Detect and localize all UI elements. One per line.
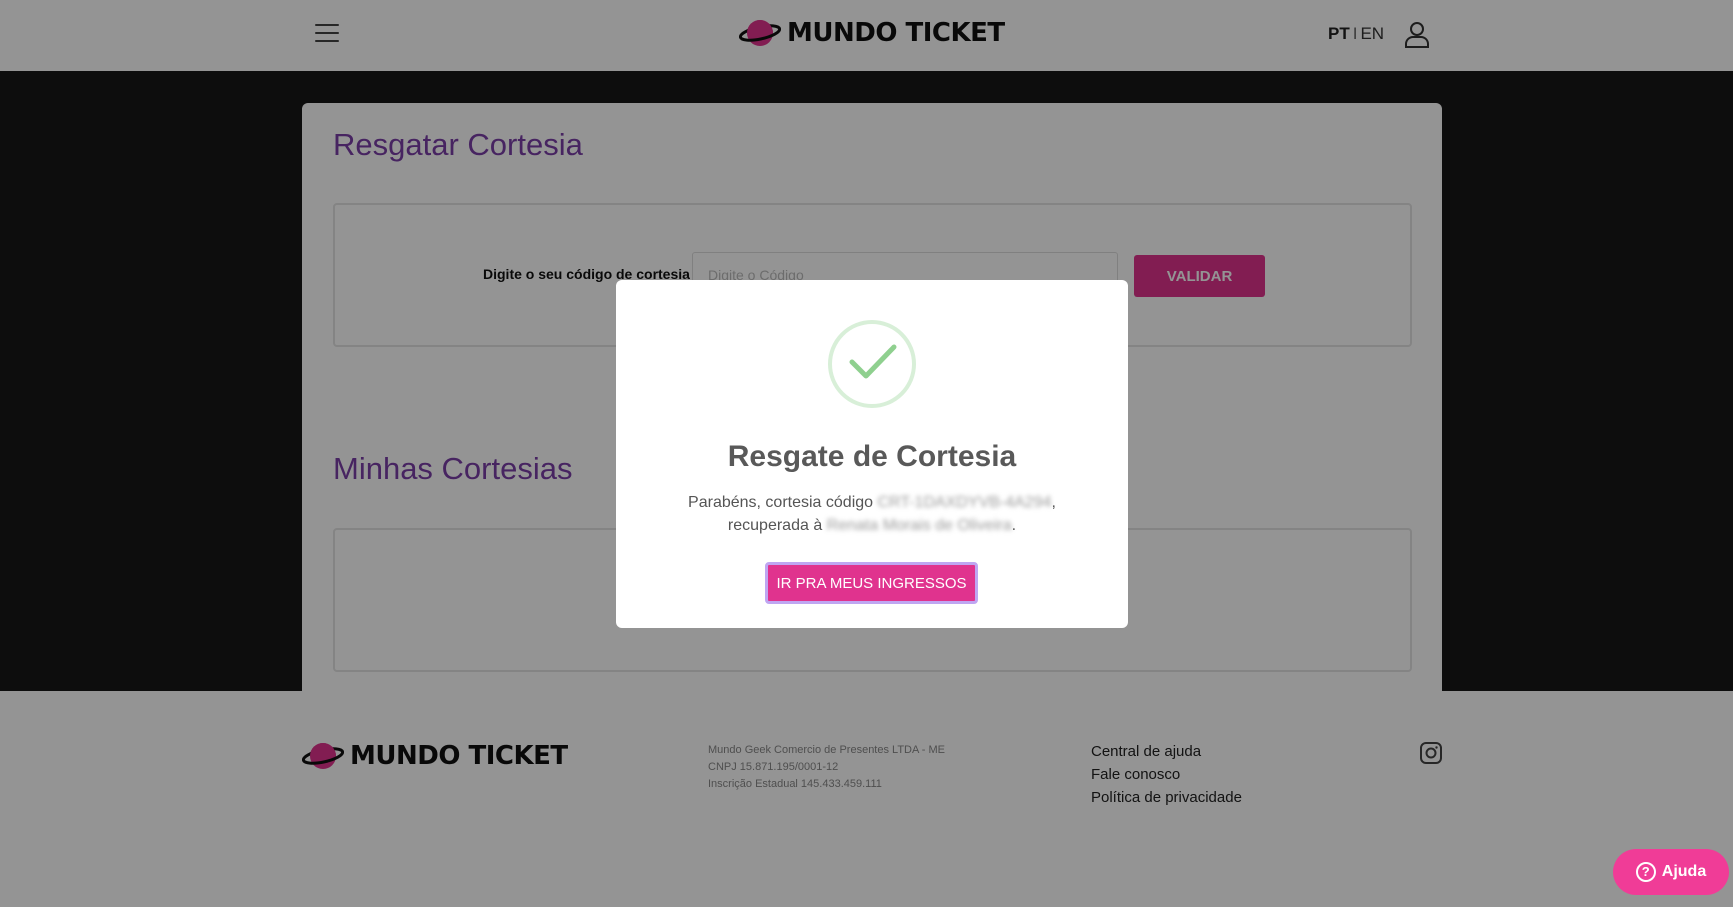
success-check-icon [828, 320, 916, 408]
help-label: Ajuda [1661, 863, 1707, 880]
modal-msg-prefix: Parabéns, cortesia código [688, 494, 878, 511]
redacted-code: CRT-1DAXDYVB-4A294 [877, 494, 1052, 511]
success-modal: Resgate de Cortesia Parabéns, cortesia c… [616, 280, 1128, 628]
go-to-my-tickets-button[interactable]: IR PRA MEUS INGRESSOS [765, 562, 978, 604]
redacted-name: Renata Morais de Oliveira [826, 517, 1012, 534]
modal-message: Parabéns, cortesia código CRT-1DAXDYVB-4… [688, 494, 1056, 534]
modal-msg-middle: recuperada à [727, 517, 827, 534]
help-button[interactable]: ? Ajuda [1613, 849, 1729, 895]
modal-title: Resgate de Cortesia [727, 440, 1017, 473]
question-icon: ? [1635, 862, 1656, 882]
